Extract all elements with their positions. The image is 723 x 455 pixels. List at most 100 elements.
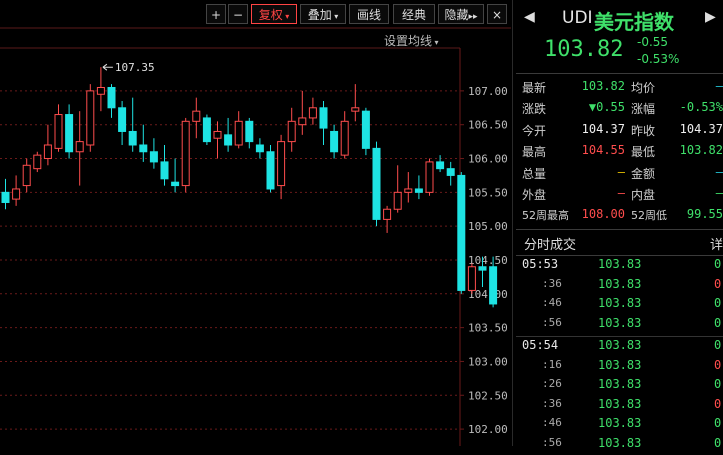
- stat-label: 涨幅: [631, 100, 655, 117]
- candle: [288, 108, 295, 152]
- candle: [341, 111, 348, 158]
- next-symbol-arrow-icon[interactable]: ▶: [705, 9, 716, 25]
- y-tick-label: 106.00: [468, 153, 508, 166]
- stat-value: 103.82: [660, 143, 723, 157]
- prev-symbol-arrow-icon[interactable]: ◀: [524, 9, 535, 25]
- zoom-in-button[interactable]: +: [206, 4, 226, 24]
- candle-body: [108, 87, 115, 107]
- candle-body: [384, 209, 391, 219]
- candle: [394, 165, 401, 212]
- stat-value: 104.37: [660, 122, 723, 136]
- y-tick-label: 103.50: [468, 322, 508, 335]
- trade-price: 103.83: [598, 377, 641, 391]
- candle-body: [246, 121, 253, 141]
- draw-line-button[interactable]: 画线: [349, 4, 389, 24]
- stat-label: 今开: [522, 122, 546, 139]
- candle-body: [182, 121, 189, 185]
- candlestick-chart[interactable]: 107.00106.50106.00105.50105.00104.50104.…: [0, 0, 511, 446]
- y-tick-label: 102.00: [468, 423, 508, 436]
- trade-row: :36103.830: [520, 277, 723, 297]
- trades-header: 分时成交 详: [516, 229, 723, 256]
- candle-body: [140, 145, 147, 152]
- trade-row: :56103.830: [520, 316, 723, 336]
- candle-body: [34, 155, 41, 169]
- candle: [182, 118, 189, 192]
- stat-value: —: [560, 186, 625, 200]
- candle: [278, 135, 285, 199]
- candle-body: [119, 108, 126, 132]
- trade-price: 103.83: [598, 296, 641, 310]
- separator: [516, 73, 723, 74]
- trade-row: 05:54103.830: [520, 338, 723, 358]
- candle: [172, 159, 179, 193]
- trade-price: 103.83: [598, 436, 641, 450]
- ma-setting-menu[interactable]: 设置均线 ▾: [384, 32, 439, 49]
- stat-label: 最高: [522, 143, 546, 160]
- candle: [468, 263, 475, 293]
- overlay-button[interactable]: 叠加 ▾: [300, 4, 346, 24]
- candle: [299, 91, 306, 135]
- candle-body: [203, 118, 210, 142]
- trade-row: 05:53103.830: [520, 257, 723, 277]
- y-tick-label: 105.50: [468, 186, 508, 199]
- candle: [161, 145, 168, 186]
- restore-rights-button[interactable]: 复权 ▾: [251, 4, 297, 24]
- candle: [309, 98, 316, 125]
- trade-row: :16103.830: [520, 358, 723, 378]
- stat-value: —: [660, 186, 723, 200]
- candle-body: [320, 108, 327, 128]
- classic-button[interactable]: 经典: [393, 4, 435, 24]
- candle-body: [55, 115, 62, 149]
- candle: [267, 145, 274, 192]
- close-button[interactable]: ×: [487, 4, 507, 24]
- max-price-arrow-icon: [103, 64, 113, 70]
- trade-volume: 0: [714, 338, 721, 352]
- last-price: 103.82: [544, 37, 623, 62]
- stat-label: 总量: [522, 165, 546, 182]
- zoom-out-button[interactable]: −: [228, 4, 248, 24]
- panel-divider: [512, 0, 513, 446]
- candle: [246, 118, 253, 148]
- candle: [447, 162, 454, 186]
- trade-volume: 0: [714, 436, 721, 450]
- candle-body: [299, 118, 306, 125]
- trade-volume: 0: [714, 277, 721, 291]
- candle-body: [415, 189, 422, 192]
- trades-detail-link[interactable]: 详: [710, 234, 723, 253]
- candle-body: [23, 165, 30, 185]
- trade-volume: 0: [714, 416, 721, 430]
- trade-volume: 0: [714, 397, 721, 411]
- candle-body: [172, 182, 179, 185]
- trade-row: :56103.830: [520, 436, 723, 455]
- candle: [23, 159, 30, 193]
- candle: [34, 152, 41, 172]
- candle-body: [2, 192, 9, 202]
- candle: [55, 104, 62, 151]
- candle-body: [341, 121, 348, 155]
- stat-label: 最新: [522, 79, 546, 96]
- restore-label: 复权: [259, 8, 283, 22]
- candle: [225, 118, 232, 152]
- candle-body: [373, 148, 380, 219]
- trade-volume: 0: [714, 358, 721, 372]
- candle-body: [235, 121, 242, 145]
- candle-body: [129, 131, 136, 145]
- trade-row: :36103.830: [520, 397, 723, 417]
- candle-body: [267, 152, 274, 189]
- candle: [426, 159, 433, 196]
- stat-value: 99.55: [660, 207, 723, 221]
- stat-value: —: [660, 165, 723, 179]
- hide-button[interactable]: 隐藏▸▸: [438, 4, 484, 24]
- ma-setting-label: 设置均线: [384, 34, 432, 48]
- trade-price: 103.83: [598, 257, 641, 271]
- candle-body: [193, 111, 200, 121]
- candle-body: [362, 111, 369, 148]
- trade-price: 103.83: [598, 416, 641, 430]
- candle-body: [437, 162, 444, 169]
- y-tick-label: 103.00: [468, 355, 508, 368]
- price-change-pct: -0.53%: [637, 52, 679, 66]
- trade-time: :46: [542, 416, 562, 429]
- stat-label: 最低: [631, 143, 655, 160]
- candle: [97, 67, 104, 111]
- candle-body: [44, 145, 51, 159]
